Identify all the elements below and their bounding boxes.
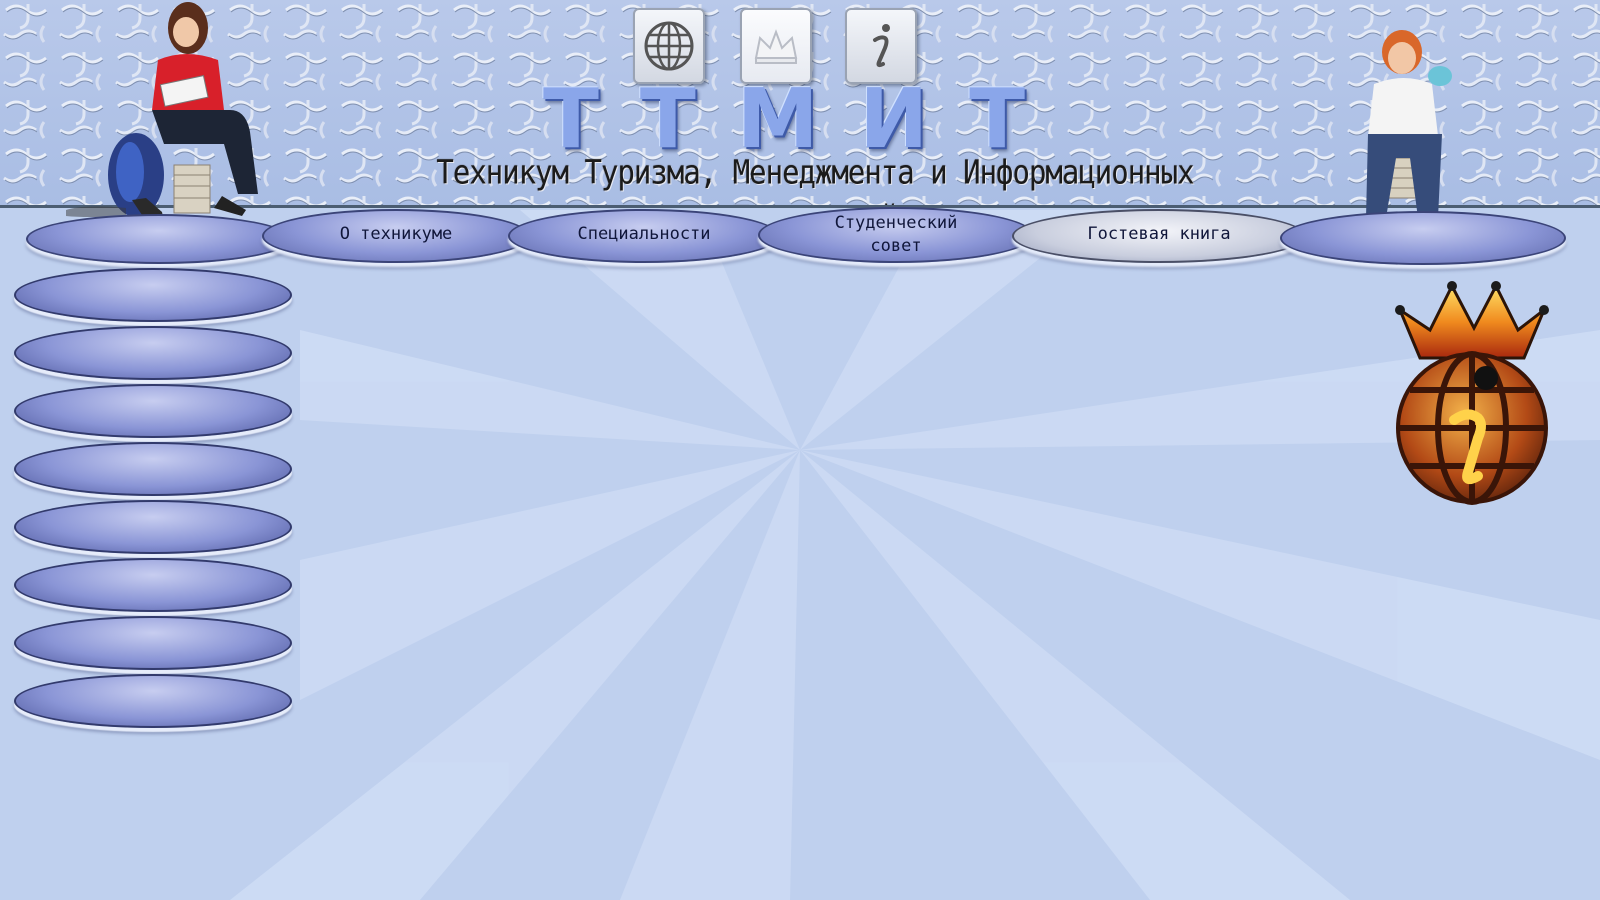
sidebar-item[interactable] bbox=[14, 442, 292, 496]
nav-item-blank-right[interactable] bbox=[1280, 211, 1566, 265]
nav-item-label: Студенческий совет bbox=[834, 213, 958, 256]
student-girl-illustration bbox=[66, 2, 258, 222]
crowned-globe-info-emblem-icon bbox=[1395, 281, 1549, 505]
brand-letter: М bbox=[736, 72, 827, 167]
sidebar-item[interactable] bbox=[14, 384, 292, 438]
sidebar-item[interactable] bbox=[14, 268, 292, 322]
nav-item-label: О техникуме bbox=[339, 224, 453, 244]
brand-letter: И bbox=[859, 72, 937, 167]
nav-item-blank-left[interactable] bbox=[26, 214, 292, 264]
sidebar-item[interactable] bbox=[14, 674, 292, 728]
nav-item-guestbook[interactable]: Гостевая книга bbox=[1012, 209, 1306, 263]
sidebar-item[interactable] bbox=[14, 616, 292, 670]
page: Т Т М И Т Техникум Туризма, Менеджмента … bbox=[0, 0, 1600, 900]
brand-title: Т Т М И Т bbox=[543, 72, 1033, 167]
sidebar-item[interactable] bbox=[14, 500, 292, 554]
sidebar-item[interactable] bbox=[14, 326, 292, 380]
nav-item-about[interactable]: О техникуме bbox=[262, 209, 530, 263]
nav-item-student-council[interactable]: Студенческий совет bbox=[758, 207, 1034, 263]
brand-letter: Т bbox=[543, 72, 607, 167]
nav-item-label: Специальности bbox=[577, 224, 711, 244]
site-subtitle: Техникум Туризма, Менеджмента и Информац… bbox=[436, 152, 1194, 205]
nav-item-specialties[interactable]: Специальности bbox=[508, 209, 780, 263]
brand-letter: Т bbox=[639, 72, 704, 167]
brand-letter: Т bbox=[969, 72, 1033, 167]
nav-item-label: Гостевая книга bbox=[1087, 224, 1231, 244]
sidebar-item[interactable] bbox=[14, 558, 292, 612]
